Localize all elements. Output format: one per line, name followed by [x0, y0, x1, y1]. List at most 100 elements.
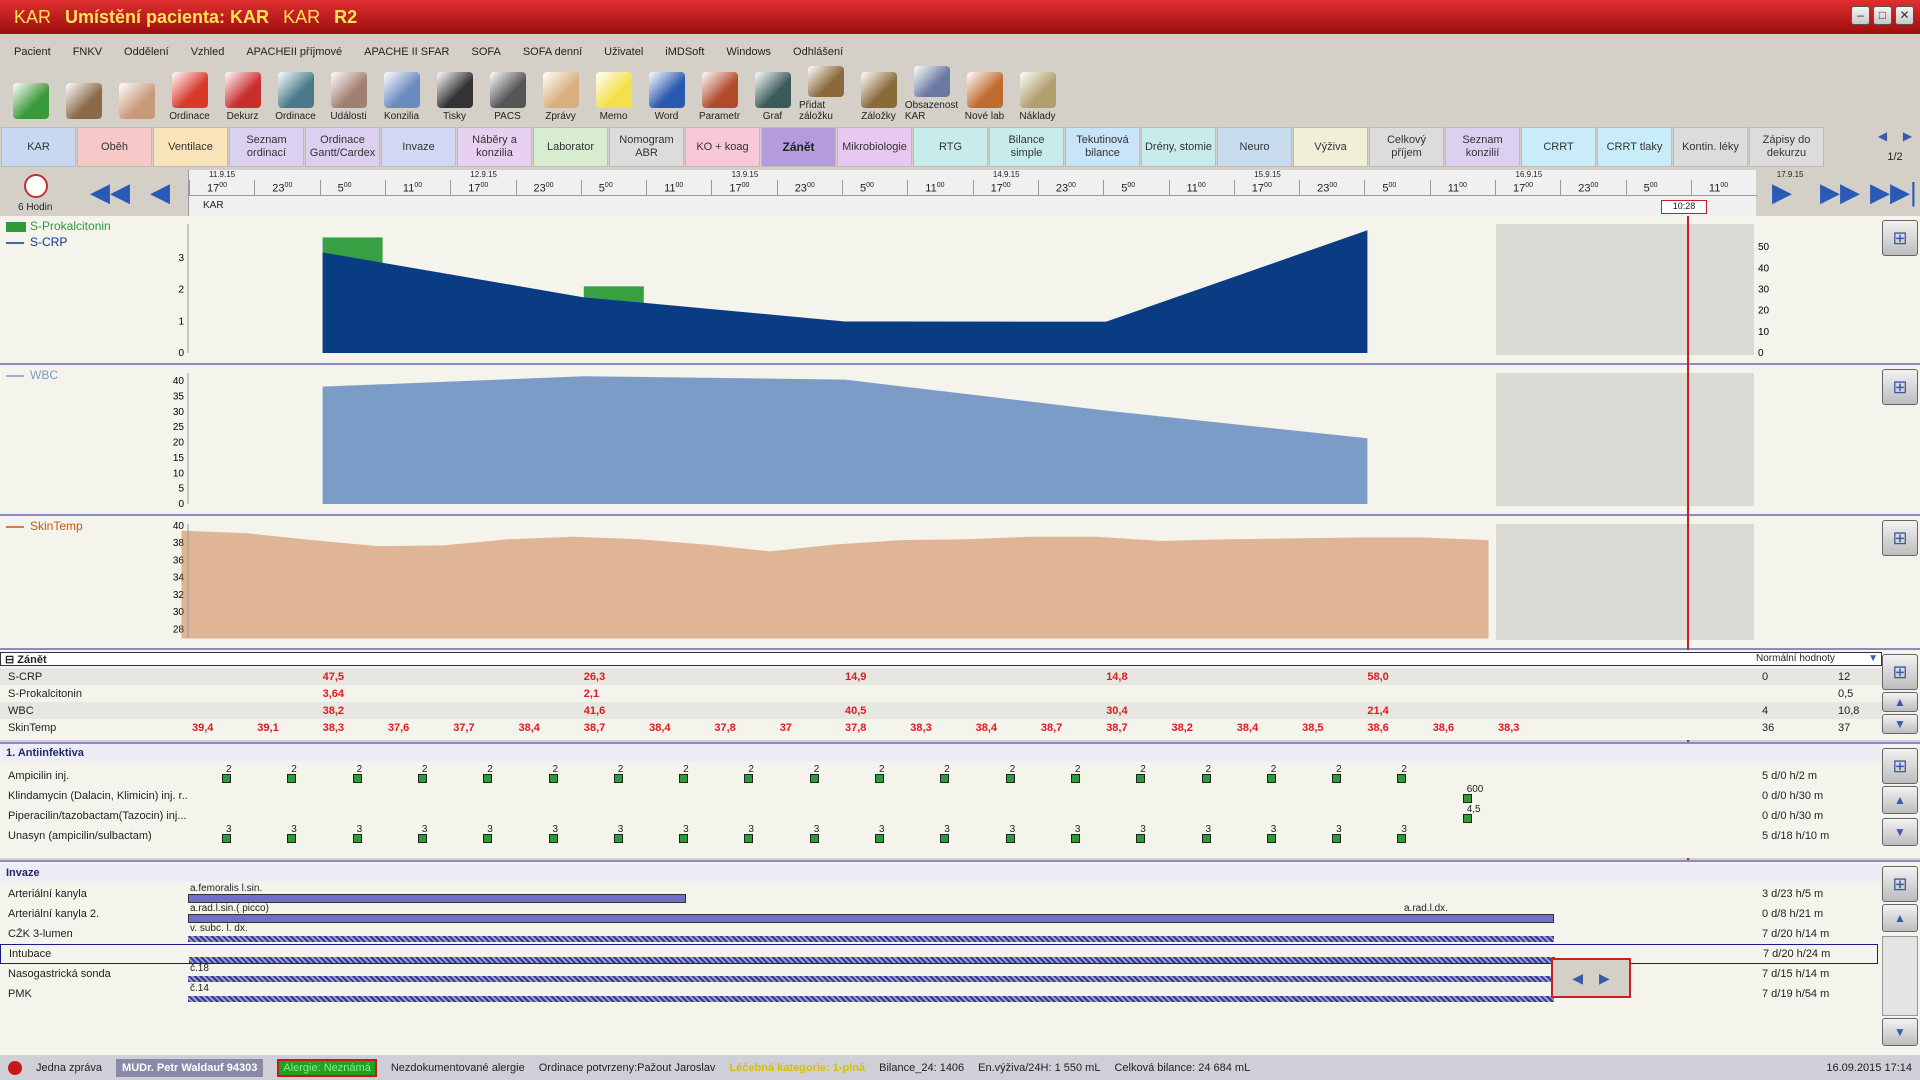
menu-item-2[interactable]: Oddělení [124, 46, 169, 58]
toolbar-button-11[interactable]: Memo [587, 66, 640, 124]
tab-4[interactable]: Ordinace Gantt/Cardex [305, 127, 380, 167]
dose-marker[interactable] [1266, 774, 1276, 783]
dose-marker[interactable] [1136, 834, 1146, 843]
cell-value[interactable]: 38,3 [910, 722, 931, 734]
dose-marker[interactable] [613, 834, 623, 843]
toolbar-button-9[interactable]: PACS [481, 66, 534, 124]
tab-19[interactable]: Seznam konzilií [1445, 127, 1520, 167]
dose-marker[interactable] [679, 774, 689, 783]
cell-value[interactable]: 38,6 [1433, 722, 1454, 734]
tab-11[interactable]: Mikrobiologie [837, 127, 912, 167]
cell-value[interactable]: 37,7 [453, 722, 474, 734]
tab-7[interactable]: Laborator [533, 127, 608, 167]
cell-value[interactable]: 38,7 [1041, 722, 1062, 734]
menu-item-0[interactable]: Pacient [14, 46, 51, 58]
menu-item-5[interactable]: APACHE II SFAR [364, 46, 449, 58]
dose-marker[interactable] [352, 774, 362, 783]
scroll-far-right-icon[interactable]: ▶▶ [1820, 178, 1860, 206]
tab-23[interactable]: Zápisy do dekurzu [1749, 127, 1824, 167]
scroll-far-left-icon[interactable]: ◀◀ [90, 178, 130, 206]
dose-marker[interactable] [417, 774, 427, 783]
tab-18[interactable]: Celkový příjem [1369, 127, 1444, 167]
cell-value[interactable]: 47,5 [323, 671, 344, 683]
scroll-up-icon[interactable]: ▲ [1882, 904, 1918, 932]
dose-marker[interactable] [548, 774, 558, 783]
cell-value[interactable]: 3,64 [323, 688, 344, 700]
tab-20[interactable]: CRRT [1521, 127, 1596, 167]
scroll-down-icon[interactable]: ▼ [1882, 1018, 1918, 1046]
menu-item-6[interactable]: SOFA [472, 46, 501, 58]
toolbar-button-8[interactable]: Tisky [428, 66, 481, 124]
menu-item-4[interactable]: APACHEII příjmové [246, 46, 342, 58]
dose-marker[interactable] [744, 774, 754, 783]
dose-marker[interactable] [483, 774, 493, 783]
cell-value[interactable]: 30,4 [1106, 705, 1127, 717]
cell-value[interactable]: 58,0 [1367, 671, 1388, 683]
scroll-down-icon[interactable]: ▼ [1882, 714, 1918, 734]
tab-8[interactable]: Nomogram ABR [609, 127, 684, 167]
cell-value[interactable]: 26,3 [584, 671, 605, 683]
dose-marker[interactable] [287, 834, 297, 843]
cell-value[interactable]: 21,4 [1367, 705, 1388, 717]
tab-10[interactable]: Zánět [761, 127, 836, 167]
menu-item-8[interactable]: Uživatel [604, 46, 643, 58]
tab-15[interactable]: Drény, stomie [1141, 127, 1216, 167]
dose-marker[interactable] [809, 834, 819, 843]
toolbar-button-5[interactable]: Ordinace [269, 66, 322, 124]
scroll-right-icon[interactable]: ▶ [1772, 178, 1792, 206]
tab-21[interactable]: CRRT tlaky [1597, 127, 1672, 167]
dose-marker[interactable] [222, 774, 231, 783]
allergy-badge[interactable]: Alergie: Neznámá [277, 1058, 377, 1077]
toolbar-button-15[interactable]: Přidat záložku [799, 66, 852, 124]
toolbar-button-17[interactable]: Obsazenost KAR [905, 66, 958, 124]
zanet-collapse-icon[interactable]: ⊟ [1, 654, 14, 666]
menu-item-9[interactable]: iMDSoft [665, 46, 704, 58]
dose-marker[interactable] [222, 834, 231, 843]
gantt-next-icon[interactable]: ▶ [1599, 970, 1610, 987]
cell-value[interactable]: 38,6 [1367, 722, 1388, 734]
tab-prev-icon[interactable]: ◀ [1878, 129, 1887, 143]
dose-marker[interactable] [483, 834, 493, 843]
dose-marker[interactable] [352, 834, 362, 843]
dose-marker[interactable] [940, 834, 950, 843]
toolbar-button-10[interactable]: Zprávy [534, 66, 587, 124]
maximize-icon[interactable]: □ [1873, 6, 1892, 25]
tab-12[interactable]: RTG [913, 127, 988, 167]
dose-marker[interactable] [1136, 774, 1146, 783]
message-count[interactable]: Jedna zpráva [36, 1062, 102, 1074]
clock-icon[interactable] [24, 174, 48, 198]
toolbar-button-12[interactable]: Word [640, 66, 693, 124]
cell-value[interactable]: 14,8 [1106, 671, 1127, 683]
toolbar-button-7[interactable]: Konzilia [375, 66, 428, 124]
scroll-end-icon[interactable]: ▶▶| [1870, 178, 1917, 206]
dose-marker[interactable] [809, 774, 819, 783]
scroll-up-icon[interactable]: ▲ [1882, 692, 1918, 712]
cell-value[interactable]: 38,7 [1106, 722, 1127, 734]
invaze-bar[interactable] [189, 957, 1555, 963]
dose-marker[interactable] [744, 834, 754, 843]
toolbar-button-16[interactable]: Záložky [852, 66, 905, 124]
tab-0[interactable]: KAR [1, 127, 76, 167]
cell-value[interactable]: 39,1 [257, 722, 278, 734]
dose-marker[interactable] [1005, 834, 1015, 843]
tab-next-icon[interactable]: ▶ [1903, 129, 1912, 143]
tab-14[interactable]: Tekutinová bilance [1065, 127, 1140, 167]
minimize-icon[interactable]: – [1851, 6, 1870, 25]
dose-marker[interactable] [940, 774, 950, 783]
chart-settings-icon[interactable]: ⊞ [1882, 369, 1918, 405]
invaze-bar[interactable] [188, 996, 1554, 1002]
dose-marker[interactable] [417, 834, 427, 843]
menu-item-10[interactable]: Windows [726, 46, 771, 58]
tab-16[interactable]: Neuro [1217, 127, 1292, 167]
toolbar-button-2[interactable] [110, 66, 163, 124]
dose-marker[interactable] [287, 774, 297, 783]
dose-marker[interactable] [1201, 774, 1211, 783]
toolbar-button-13[interactable]: Parametr [693, 66, 746, 124]
cell-value[interactable]: 37,8 [845, 722, 866, 734]
cell-value[interactable]: 14,9 [845, 671, 866, 683]
tab-6[interactable]: Náběry a konzilia [457, 127, 532, 167]
cell-value[interactable]: 38,5 [1302, 722, 1323, 734]
toolbar-button-1[interactable] [57, 66, 110, 124]
dose-marker[interactable] [548, 834, 558, 843]
toolbar-button-18[interactable]: Nové lab [958, 66, 1011, 124]
